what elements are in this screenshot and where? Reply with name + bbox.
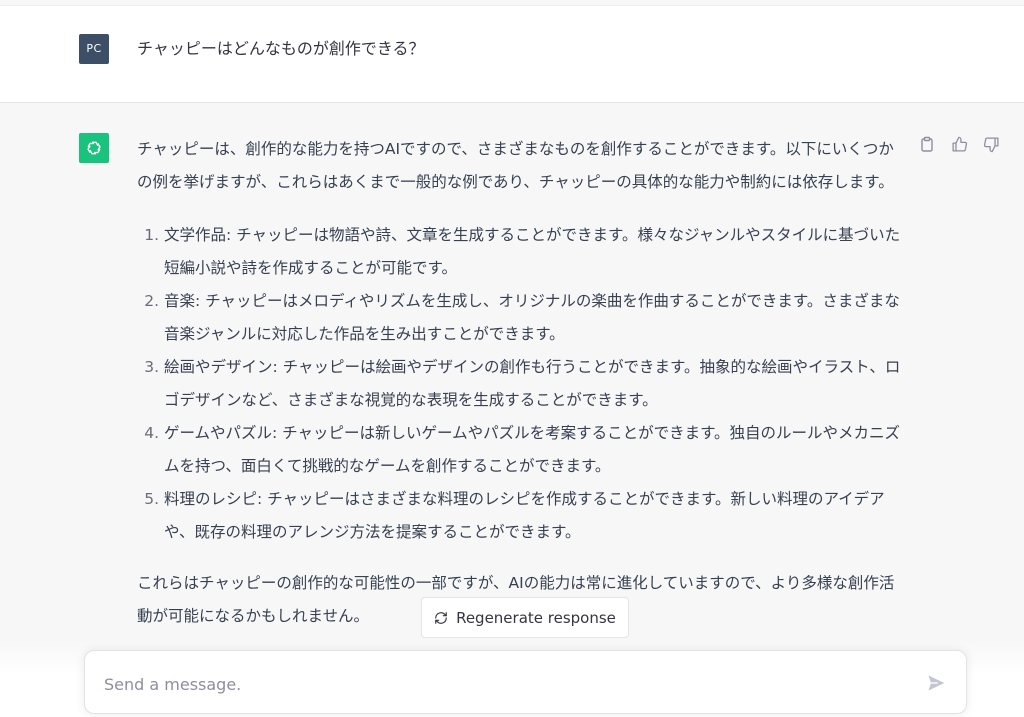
refresh-icon — [435, 611, 447, 624]
thumbs-down-icon[interactable] — [980, 133, 1002, 155]
regenerate-response-button[interactable]: Regenerate response — [421, 597, 629, 638]
list-item: 文学作品: チャッピーは物語や詩、文章を生成することができます。様々なジャンルや… — [164, 219, 907, 285]
thumbs-up-icon[interactable] — [948, 133, 970, 155]
message-actions — [916, 133, 1002, 155]
list-item: ゲームやパズル: チャッピーは新しいゲームやパズルを考案することができます。独自… — [164, 417, 907, 483]
openai-logo-icon — [79, 133, 109, 163]
assistant-message-body: チャッピーは、創作的な能力を持つAIですので、さまざまなものを創作することができ… — [137, 133, 907, 633]
list-item: 音楽: チャッピーはメロディやリズムを生成し、オリジナルの楽曲を作曲することがで… — [164, 285, 907, 351]
list-item: 料理のレシピ: チャッピーはさまざまな料理のレシピを作成することができます。新し… — [164, 483, 907, 549]
send-icon — [928, 675, 945, 691]
assistant-intro: チャッピーは、創作的な能力を持つAIですので、さまざまなものを創作することができ… — [137, 140, 894, 191]
send-button[interactable] — [924, 671, 948, 695]
list-item: 絵画やデザイン: チャッピーは絵画やデザインの創作も行うことができます。抽象的な… — [164, 351, 907, 417]
clipboard-icon[interactable] — [916, 133, 938, 155]
user-message-text: チャッピーはどんなものが創作できる？ — [137, 39, 425, 58]
message-composer — [84, 650, 967, 714]
regenerate-label: Regenerate response — [456, 608, 616, 627]
user-message-row: PC チャッピーはどんなものが創作できる？ — [0, 6, 1024, 103]
message-input[interactable] — [102, 669, 886, 699]
example-list: 文学作品: チャッピーは物語や詩、文章を生成することができます。様々なジャンルや… — [137, 219, 907, 549]
user-avatar: PC — [79, 34, 109, 64]
